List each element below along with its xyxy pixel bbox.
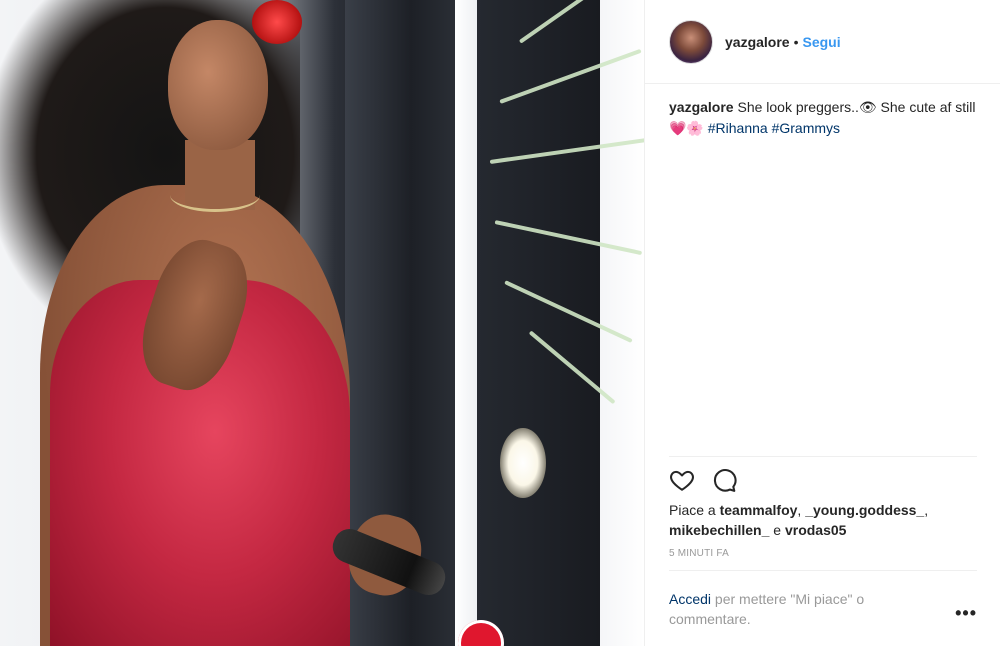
avatar[interactable] [669,19,713,64]
likes-prefix: Piace a [669,502,716,518]
author-username[interactable]: yazgalore [725,34,790,50]
liker-username[interactable]: _young.goddess_ [805,502,924,518]
necklace [170,178,260,212]
stage-lamp [500,428,546,498]
likes-joiner: e [773,522,782,538]
login-link[interactable]: Accedi [669,591,711,607]
more-options-icon[interactable]: ••• [955,603,977,624]
comment-icon[interactable] [711,467,741,497]
follow-button[interactable]: Segui [803,34,841,50]
post-header: yazgalore • Segui [645,0,1000,84]
post-actions [669,456,977,506]
hair-flower [252,0,302,44]
hashtag-link[interactable]: #Rihanna [708,120,768,136]
liker-username[interactable]: mikebechillen_ [669,522,769,538]
instagram-post: yazgalore • Segui yazgalore She look pre… [0,0,1000,646]
header-separator: • [793,33,799,50]
background-light [600,0,644,646]
post-side-panel: yazgalore • Segui yazgalore She look pre… [644,0,1000,646]
hashtag-link[interactable]: #Grammys [772,120,840,136]
login-prompt: Accedi per mettere "Mi piace" o commenta… [669,589,919,629]
post-caption: yazgalore She look preggers..👁 She cute … [669,97,979,139]
subject-face [168,20,268,150]
heart-icon[interactable] [669,467,699,497]
caption-username[interactable]: yazgalore [669,99,734,115]
liker-username[interactable]: vrodas05 [785,522,846,538]
post-photo[interactable] [0,0,644,646]
post-timestamp[interactable]: 5 MINUTI FA [669,548,729,559]
liker-username[interactable]: teammalfoy [720,502,798,518]
comment-login-area: Accedi per mettere "Mi piace" o commenta… [669,570,977,646]
background-light [455,0,477,646]
likes-summary: Piace a teammalfoy, _young.goddess_, mik… [669,502,929,538]
